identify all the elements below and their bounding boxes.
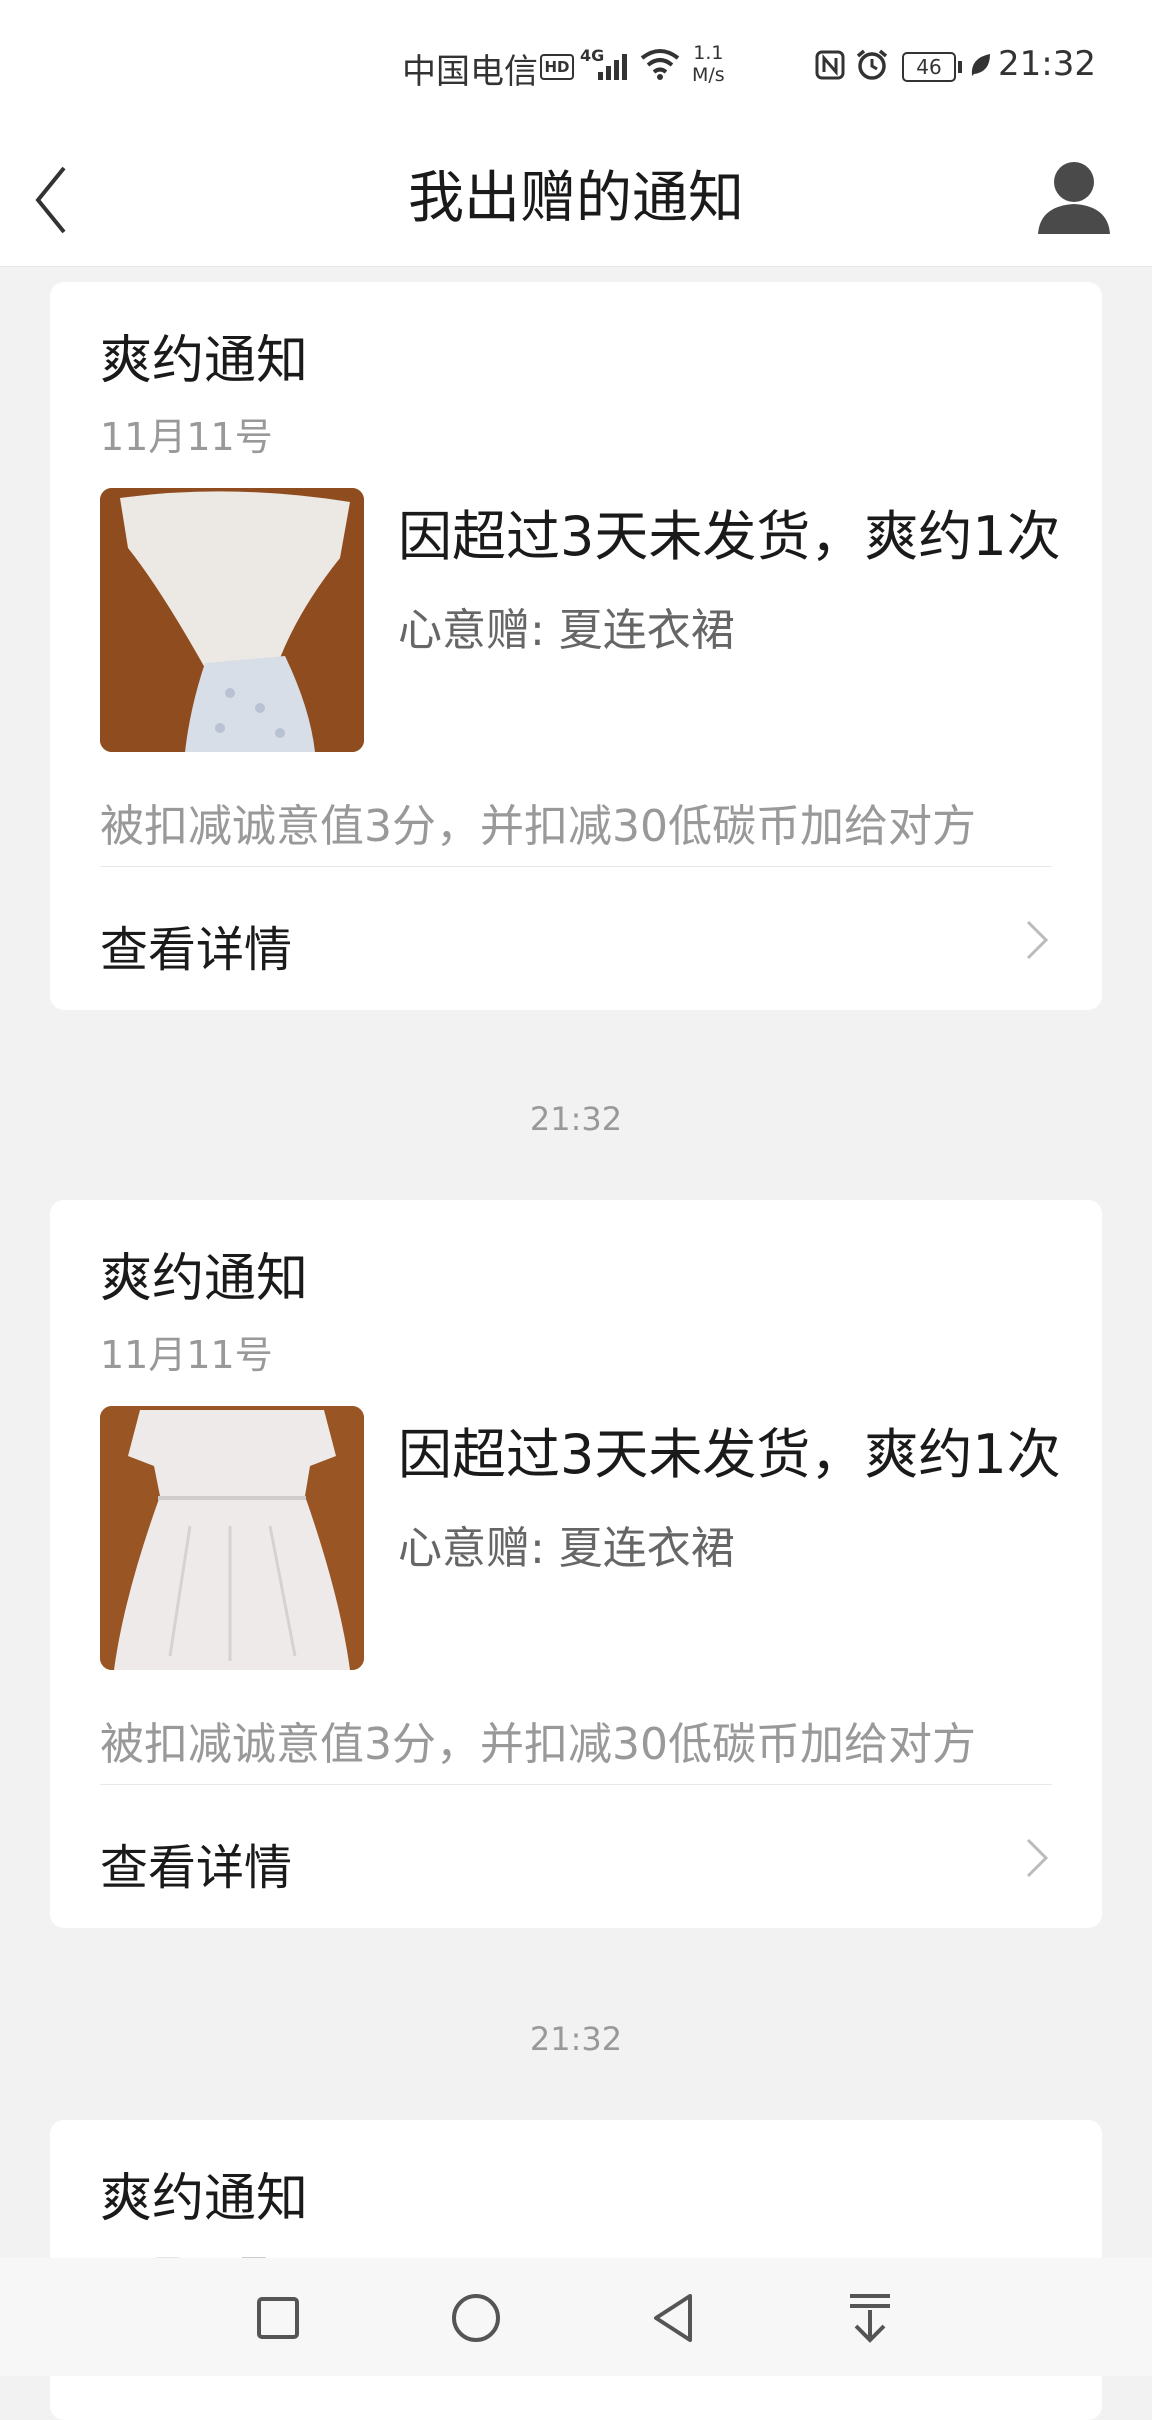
item-name: 心意赠: 夏连衣裙 [398,1523,735,1574]
hd-badge: HD [540,54,574,80]
page-title: 我出赠的通知 [408,166,744,231]
alarm-icon [856,49,888,80]
pull-down-icon [850,2294,890,2343]
triangle-back-icon [654,2294,692,2342]
chevron-left-icon [35,166,66,234]
item-thumbnail[interactable] [100,488,364,752]
system-back-button[interactable] [642,2286,706,2350]
notification-card: 爽约通知 11月11号 因超过3天未发货，爽约1次 心意赠: 夏连衣裙 被扣减诚… [50,1200,1102,1928]
dress-image [100,1406,364,1670]
dress-image [100,488,364,752]
view-details-button[interactable]: 查看详情 [50,1786,1102,1930]
speed-unit: M/s [692,64,725,86]
message-timestamp: 21:32 [529,1100,623,1138]
notification-title: 爽约通知 [100,1249,309,1309]
item-name: 心意赠: 夏连衣裙 [398,605,735,656]
network-speed: 1.1 M/s [692,42,725,86]
clock: 21:32 [998,44,1096,84]
divider [100,1784,1052,1785]
penalty-text: 被扣减诚意值3分，并扣减30低碳币加给对方 [100,1719,976,1770]
user-icon [1038,162,1110,234]
notification-title: 爽约通知 [100,2169,309,2229]
back-button[interactable] [24,150,114,250]
item-thumbnail[interactable] [100,1406,364,1670]
recents-button[interactable] [246,2286,310,2350]
app-header: 我出赠的通知 [0,132,1152,267]
wifi-icon [640,49,680,80]
view-details-label: 查看详情 [100,1840,293,1896]
notification-title: 爽约通知 [100,331,309,391]
notification-date: 11月11号 [100,1333,273,1377]
home-button[interactable] [444,2286,508,2350]
nfc-icon [815,50,845,80]
view-details-button[interactable]: 查看详情 [50,868,1102,1012]
speed-value: 1.1 [693,42,724,64]
penalty-text: 被扣减诚意值3分，并扣减30低碳币加给对方 [100,801,976,852]
system-nav-bar [0,2258,1152,2376]
square-icon [257,2297,299,2339]
signal-icon [598,54,627,80]
battery-indicator: 46 [902,52,962,82]
notification-reason: 因超过3天未发货，爽约1次 [398,505,1061,568]
notification-date: 11月11号 [100,415,273,459]
chevron-right-icon [1026,920,1049,960]
view-details-label: 查看详情 [100,922,293,978]
leaf-icon [971,54,990,76]
carrier-label: 中国电信 [402,52,538,92]
circle-icon [452,2294,500,2342]
divider [100,866,1052,867]
notification-shade-button[interactable] [838,2286,902,2350]
chevron-right-icon [1026,1838,1049,1878]
message-timestamp: 21:32 [529,2020,623,2058]
status-bar: 中国电信 HD 4G 1.1 M/s 46 21:32 [0,0,1152,132]
profile-button[interactable] [1030,150,1120,250]
notification-reason: 因超过3天未发货，爽约1次 [398,1423,1061,1486]
notification-card: 爽约通知 11月11号 因超过3天未发货，爽约1次 心意赠: 夏连衣裙 被扣减诚… [50,282,1102,1010]
